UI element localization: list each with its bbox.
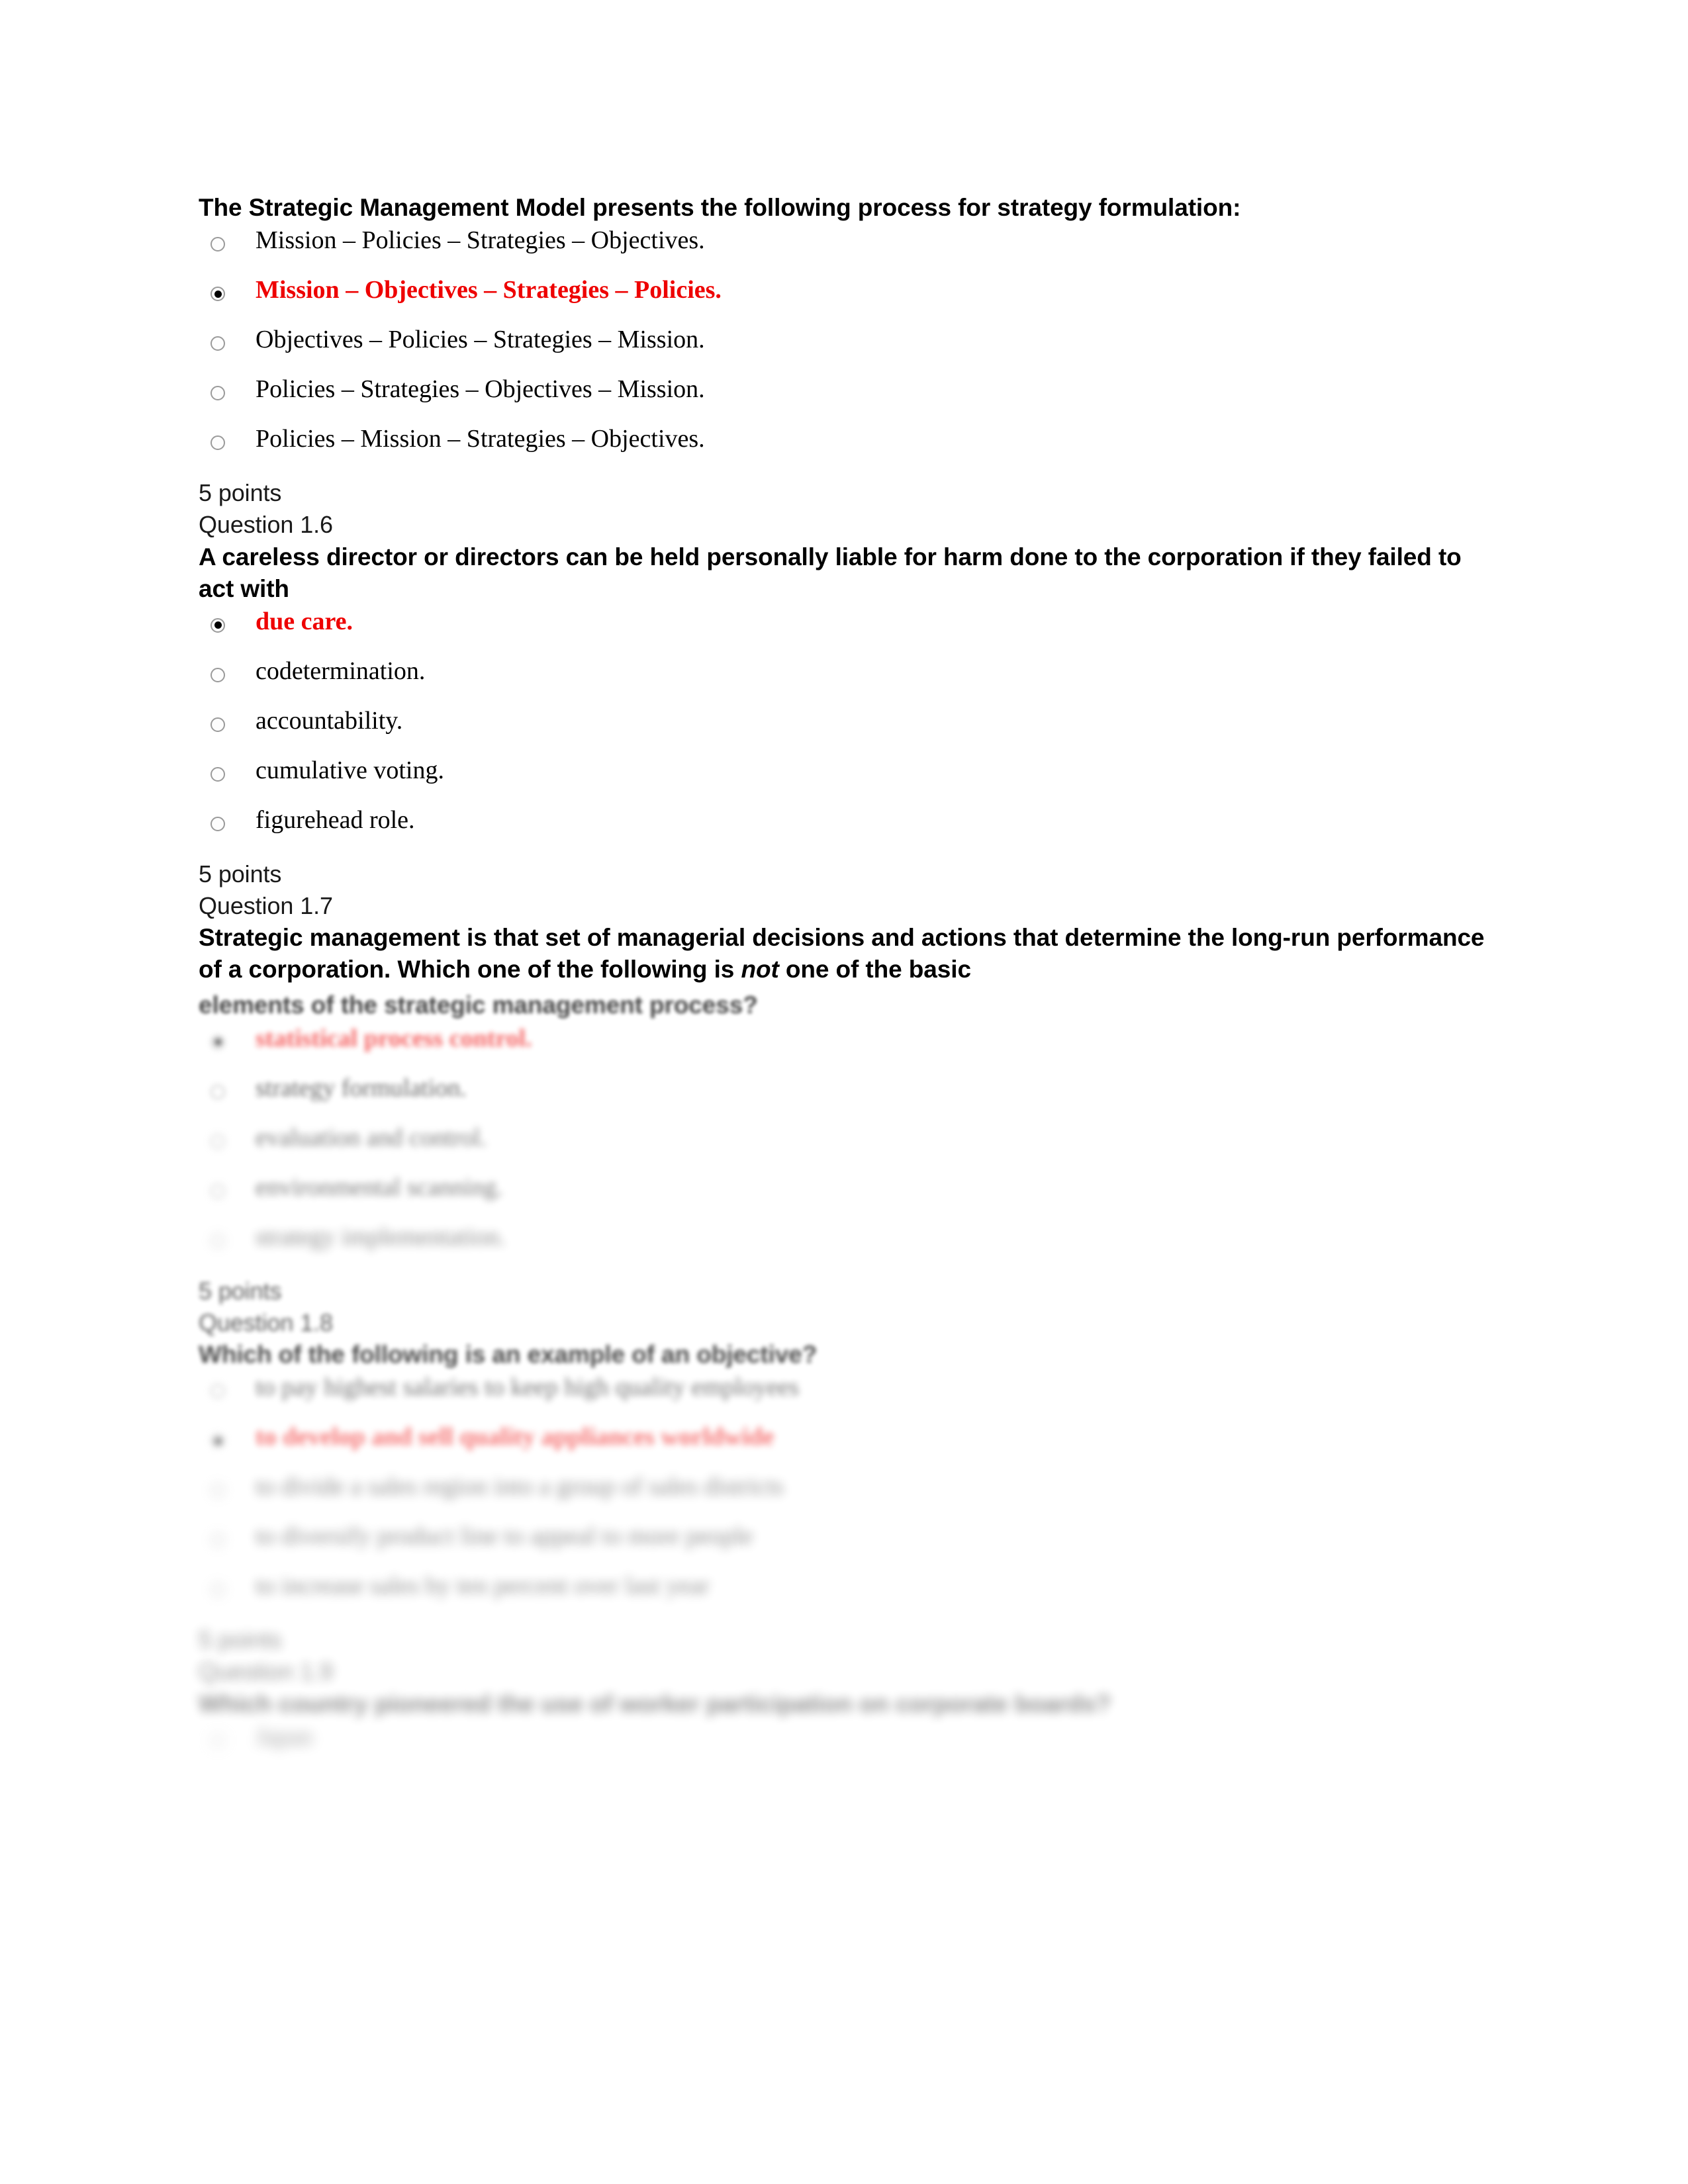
option-row[interactable]: Objectives – Policies – Strategies – Mis…: [199, 327, 1496, 377]
points-label-q1-6: 5 points: [199, 479, 282, 507]
option-label: cumulative voting.: [256, 756, 444, 784]
radio-button-icon[interactable]: [211, 1084, 225, 1099]
option-label: Policies – Strategies – Objectives – Mis…: [256, 375, 705, 404]
radio-button-icon[interactable]: [211, 336, 225, 351]
question-prompt-q1-7-continued: elements of the strategic management pro…: [199, 991, 758, 1019]
option-label: figurehead role.: [256, 805, 415, 834]
question-number-q1-8: Question 1.8: [199, 1308, 333, 1336]
option-label: evaluation and control.: [256, 1123, 487, 1152]
option-row[interactable]: due care.: [199, 609, 1496, 659]
option-row[interactable]: strategy implementation.: [199, 1224, 1496, 1274]
option-row[interactable]: statistical process control.: [199, 1026, 1496, 1075]
radio-button-icon-selected[interactable]: [211, 287, 225, 302]
option-row[interactable]: codetermination.: [199, 659, 1496, 708]
option-label: Objectives – Policies – Strategies – Mis…: [256, 326, 705, 354]
option-row[interactable]: to pay highest salaries to keep high qua…: [199, 1375, 1496, 1424]
prompt-emphasis-not: not: [741, 956, 779, 983]
question-number-q1-7: Question 1.7: [199, 891, 333, 919]
option-row[interactable]: Mission – Objectives – Strategies – Poli…: [199, 277, 1496, 327]
option-row[interactable]: to divide a sales region into a group of…: [199, 1474, 1496, 1524]
option-label: to divide a sales region into a group of…: [256, 1473, 784, 1501]
option-label: statistical process control.: [256, 1024, 532, 1052]
option-row[interactable]: Mission – Policies – Strategies – Object…: [199, 228, 1496, 277]
radio-button-icon[interactable]: [211, 1134, 225, 1149]
option-label: to develop and sell quality appliances w…: [256, 1423, 774, 1451]
radio-button-icon[interactable]: [211, 1533, 225, 1548]
radio-button-icon[interactable]: [211, 1183, 225, 1199]
question-prompt-q1-9: Which country pioneered the use of worke…: [199, 1690, 1111, 1717]
option-group-q1-7: statistical process control. strategy fo…: [199, 1026, 1496, 1274]
document-page: The Strategic Management Model presents …: [0, 0, 1688, 2184]
option-label: accountability.: [256, 706, 403, 735]
points-label-q1-7: 5 points: [199, 860, 282, 887]
radio-button-icon[interactable]: [211, 816, 225, 831]
option-row[interactable]: Japan: [199, 1724, 1496, 1774]
option-row[interactable]: to diversify product line to appeal to m…: [199, 1524, 1496, 1573]
option-row[interactable]: strategy formulation.: [199, 1075, 1496, 1125]
points-label-q1-9: 5 points: [199, 1626, 282, 1654]
option-row[interactable]: accountability.: [199, 708, 1496, 758]
radio-button-icon[interactable]: [211, 717, 225, 732]
question-block-q1-5: The Strategic Management Model presents …: [199, 192, 1496, 476]
option-label: strategy formulation.: [256, 1073, 467, 1102]
question-block-q1-6: 5 points Question 1.6 A careless directo…: [199, 477, 1496, 857]
option-label: Mission – Policies – Strategies – Object…: [256, 226, 705, 255]
option-label: due care.: [256, 607, 353, 635]
question-prompt-q1-8: Which of the following is an example of …: [199, 1340, 818, 1368]
radio-button-icon[interactable]: [211, 1582, 225, 1598]
option-label: environmental scanning.: [256, 1173, 503, 1201]
option-label: strategy implementation.: [256, 1222, 506, 1251]
question-number-q1-6: Question 1.6: [199, 511, 333, 539]
option-group-q1-8: to pay highest salaries to keep high qua…: [199, 1375, 1496, 1623]
radio-button-icon-selected[interactable]: [211, 1433, 225, 1449]
option-group-q1-5: Mission – Policies – Strategies – Object…: [199, 228, 1496, 476]
option-row[interactable]: evaluation and control.: [199, 1125, 1496, 1175]
option-row[interactable]: figurehead role.: [199, 807, 1496, 857]
points-label-q1-8: 5 points: [199, 1277, 282, 1304]
question-block-q1-7: 5 points Question 1.7 Strategic manageme…: [199, 858, 1496, 1274]
option-row[interactable]: Policies – Strategies – Objectives – Mis…: [199, 377, 1496, 426]
option-row[interactable]: Policies – Mission – Strategies – Object…: [199, 426, 1496, 476]
radio-button-icon[interactable]: [211, 1483, 225, 1498]
radio-button-icon[interactable]: [211, 386, 225, 401]
radio-button-icon-selected[interactable]: [211, 1034, 225, 1050]
option-group-q1-6: due care. codetermination. accountabilit…: [199, 609, 1496, 857]
option-row[interactable]: to increase sales by ten percent over la…: [199, 1573, 1496, 1623]
option-label: to diversify product line to appeal to m…: [256, 1522, 753, 1551]
option-group-q1-9: Japan: [199, 1724, 1496, 1774]
option-label: to increase sales by ten percent over la…: [256, 1572, 710, 1600]
question-block-q1-9: 5 points Question 1.9 Which country pion…: [199, 1624, 1496, 1774]
option-label: to pay highest salaries to keep high qua…: [256, 1373, 800, 1402]
option-row[interactable]: environmental scanning.: [199, 1175, 1496, 1224]
radio-button-icon[interactable]: [211, 667, 225, 682]
radio-button-icon[interactable]: [211, 766, 225, 782]
radio-button-icon[interactable]: [211, 1233, 225, 1248]
option-row[interactable]: cumulative voting.: [199, 758, 1496, 807]
option-label: Policies – Mission – Strategies – Object…: [256, 425, 705, 453]
radio-button-icon[interactable]: [211, 1733, 225, 1748]
option-row[interactable]: to develop and sell quality appliances w…: [199, 1424, 1496, 1474]
question-prompt-q1-6: A careless director or directors can be …: [199, 543, 1462, 602]
radio-button-icon-selected[interactable]: [211, 617, 225, 633]
radio-button-icon[interactable]: [211, 435, 225, 451]
question-number-q1-9: Question 1.9: [199, 1658, 333, 1686]
question-prompt-q1-5: The Strategic Management Model presents …: [199, 194, 1241, 221]
question-block-q1-8: 5 points Question 1.8 Which of the follo…: [199, 1275, 1496, 1623]
prompt-text-part2: one of the basic: [778, 956, 971, 983]
radio-button-icon[interactable]: [211, 1384, 225, 1399]
option-label: codetermination.: [256, 657, 426, 685]
option-label: Mission – Objectives – Strategies – Poli…: [256, 276, 722, 304]
question-prompt-q1-7: Strategic management is that set of mana…: [199, 922, 1496, 985]
quiz-content: The Strategic Management Model presents …: [199, 192, 1496, 1775]
option-label: Japan: [256, 1722, 313, 1751]
radio-button-icon[interactable]: [211, 237, 225, 252]
